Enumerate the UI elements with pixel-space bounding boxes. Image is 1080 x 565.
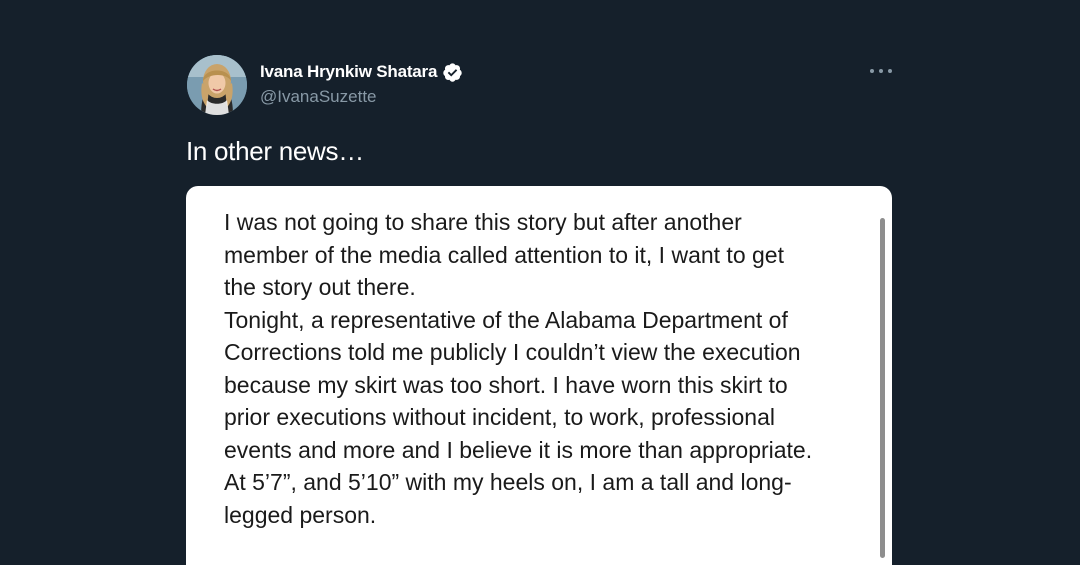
statement-line: member of the media called attention to … [224,241,784,268]
statement-line: events and more and I believe it is more… [224,436,813,463]
avatar-image [187,55,247,115]
statement-line: because my skirt was too short. I have w… [224,371,788,398]
statement-line: Corrections told me publicly I couldn’t … [224,339,801,365]
tweet-text: In other news… [186,136,364,166]
statement-line: I was not going to share this story but … [224,209,742,235]
avatar[interactable] [187,55,247,115]
scrollbar [880,218,885,558]
attached-image[interactable]: I was not going to share this story but … [186,186,892,565]
statement-line: the story out there. [224,274,416,300]
more-options-icon[interactable] [870,63,892,79]
author-name-row[interactable]: Ivana Hrynkiw Shatara [260,61,463,83]
statement-text: I was not going to share this story but … [224,206,874,531]
statement-line: prior executions without incident, to wo… [224,404,776,430]
more-dot [888,69,892,73]
display-name[interactable]: Ivana Hrynkiw Shatara [260,62,437,82]
statement-line: legged person. [224,501,377,528]
statement-line: Tonight, a representative of the Alabama… [224,306,788,333]
more-dot [870,69,874,73]
more-dot [879,69,883,73]
author-handle[interactable]: @IvanaSuzette [260,87,377,107]
statement-line: At 5’7”, and 5’10” with my heels on, I a… [224,469,792,495]
verified-badge-icon [443,62,462,82]
